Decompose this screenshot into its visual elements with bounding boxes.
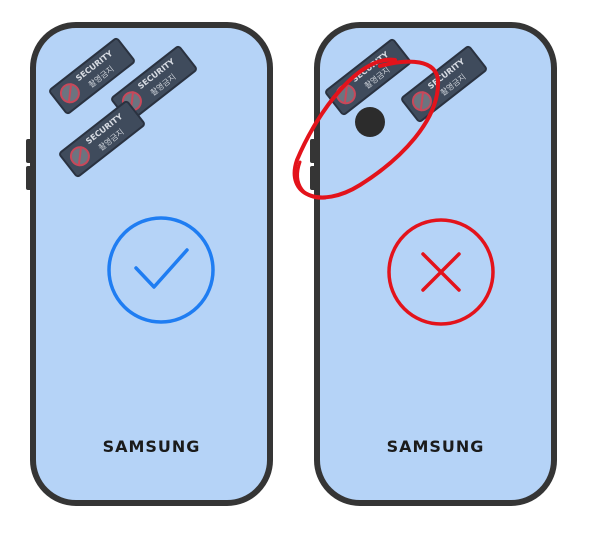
side-button bbox=[26, 166, 32, 190]
side-button bbox=[26, 139, 32, 163]
side-button bbox=[310, 139, 316, 163]
camera-lens bbox=[355, 107, 385, 137]
no-camera-icon bbox=[331, 80, 360, 109]
brand-logo: SAMSUNG bbox=[102, 437, 201, 456]
no-camera-icon bbox=[65, 142, 94, 171]
no-camera-icon bbox=[407, 87, 436, 116]
no-camera-icon bbox=[55, 79, 84, 108]
side-button bbox=[310, 166, 316, 190]
security-sticker: SECURITY 촬영금지 bbox=[323, 37, 413, 117]
brand-logo: SAMSUNG bbox=[386, 437, 485, 456]
phone-incorrect: SECURITY 촬영금지 SECURITY 촬영금지 SAMSUNG bbox=[314, 22, 557, 506]
security-sticker: SECURITY 촬영금지 bbox=[399, 44, 489, 124]
phone-correct: SECURITY 촬영금지 SECURITY 촬영금지 SECURITY 촬영금… bbox=[30, 22, 273, 506]
